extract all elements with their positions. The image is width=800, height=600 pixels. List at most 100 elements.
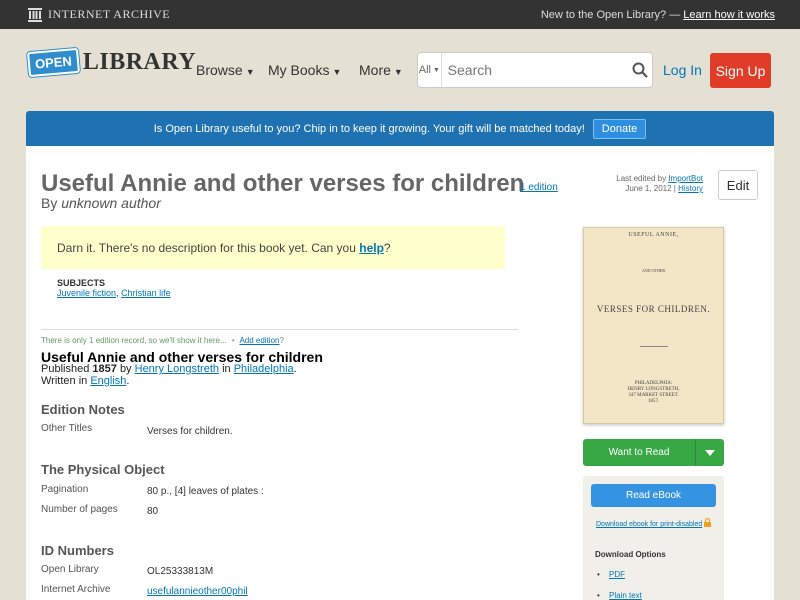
nav-browse[interactable]: Browse ▼ (196, 62, 255, 78)
single-edition-note: There is only 1 edition record, so we'll… (41, 336, 284, 345)
cover-line-verses: VERSES FOR CHILDREN. (596, 304, 711, 314)
id-numbers-heading: ID Numbers (41, 543, 114, 558)
want-to-read-button[interactable]: Want to Read (583, 439, 724, 466)
search-icon (632, 62, 649, 78)
nav-my-books[interactable]: My Books ▼ (268, 62, 341, 78)
help-link[interactable]: help (359, 241, 384, 255)
logo-library: LIBRARY (82, 49, 197, 75)
download-pdf-link[interactable]: PDF (609, 570, 625, 579)
subject-link[interactable]: Juvenile fiction (57, 288, 116, 298)
language-link[interactable]: English (90, 375, 126, 387)
publish-info: Published 1857 by Henry Longstreth in Ph… (41, 363, 297, 387)
page-count-value: 80 (147, 506, 159, 517)
ia-logo[interactable]: Internet Archive (28, 7, 170, 22)
byline: By unknown author (41, 195, 161, 211)
internet-archive-id-link[interactable]: usefulannieother00phil (147, 586, 248, 597)
reading-list-dropdown[interactable] (696, 439, 724, 466)
donate-banner: Is Open Library useful to you? Chip in t… (26, 111, 774, 146)
nav-more[interactable]: More ▼ (359, 62, 403, 78)
subjects-list: Juvenile fiction, Christian life (57, 288, 171, 298)
place-link[interactable]: Philadelphia (234, 363, 294, 375)
download-plain-text-link[interactable]: Plain text (609, 591, 642, 600)
divider (41, 329, 518, 330)
donate-button[interactable]: Donate (592, 118, 647, 139)
new-user-prompt: New to the Open Library? — Learn how it … (541, 9, 775, 21)
learn-how-link[interactable]: Learn how it works (683, 9, 775, 21)
logo-open: OPEN (27, 47, 80, 78)
chevron-down-icon: ▼ (393, 67, 403, 77)
in-label: in (222, 363, 231, 375)
publisher-link[interactable]: Henry Longstreth (135, 363, 219, 375)
caret-down-icon (705, 449, 715, 456)
description-text: Darn it. There's no description for this… (57, 241, 356, 255)
book-panel: Useful Annie and other verses for childr… (26, 146, 774, 600)
last-edited-info: Last edited by ImportBot June 1, 2012 | … (616, 174, 703, 193)
cover-line-title: USEFUL ANNIE, (628, 232, 679, 238)
internet-archive-bar: Internet Archive New to the Open Library… (0, 0, 800, 29)
history-link[interactable]: History (678, 184, 703, 193)
subject-link[interactable]: Christian life (121, 288, 171, 298)
subjects-heading: SUBJECTS (57, 278, 106, 288)
by-label: by (119, 363, 132, 375)
edition-notes-heading: Edition Notes (41, 402, 125, 417)
separator-dot: • (231, 336, 235, 345)
bullet-icon: • (597, 570, 600, 579)
new-user-text: New to the Open Library? — (540, 8, 681, 21)
bullet-icon: • (597, 591, 600, 600)
ia-name: Internet Archive (48, 7, 171, 21)
physical-object-heading: The Physical Object (41, 462, 165, 477)
chevron-down-icon: ▼ (245, 67, 255, 77)
cover-line-and-other: AND OTHER (642, 268, 665, 273)
read-download-box: Read eBook Download ebook for print-disa… (583, 476, 724, 600)
other-titles-value: Verses for children. (147, 426, 233, 437)
signup-button[interactable]: Sign Up (710, 53, 771, 88)
cover-rule (640, 346, 668, 347)
open-library-logo[interactable]: OPEN LIBRARY (27, 47, 197, 78)
open-library-id-value: OL25333813M (147, 566, 214, 577)
published-label: Published (41, 363, 90, 375)
login-link[interactable]: Log In (663, 62, 702, 78)
other-titles-label: Other Titles (41, 423, 93, 434)
download-print-disabled-link[interactable]: Download ebook for print-disabled (596, 521, 702, 528)
add-edition-qmark: ? (279, 336, 284, 345)
donate-text: Is Open Library useful to you? Chip in t… (153, 122, 585, 135)
pagination-value: 80 p., [4] leaves of plates : (147, 486, 264, 497)
download-options-heading: Download Options (595, 550, 666, 559)
print-disabled-download: Download ebook for print-disabled (596, 517, 712, 528)
book-cover[interactable]: USEFUL ANNIE, AND OTHER VERSES FOR CHILD… (583, 227, 724, 424)
archive-building-icon (28, 7, 42, 22)
site-header: OPEN LIBRARY Browse ▼ My Books ▼ More ▼ All… (0, 29, 800, 111)
nav-browse-label: Browse (196, 62, 243, 78)
cover-imprint: PHILADELPHIA: HENRY LONGSTRETH, 347 MARK… (584, 381, 723, 405)
nav-more-label: More (359, 62, 391, 78)
edition-count-link[interactable]: 1 edition (520, 182, 558, 193)
publish-year: 1857 (92, 363, 117, 375)
lock-icon (704, 517, 712, 527)
description-suffix: ? (383, 241, 391, 255)
search-input[interactable] (441, 62, 629, 78)
author-name: unknown author (61, 195, 161, 211)
search-scope-select[interactable]: All ▼ (418, 53, 442, 87)
search-button[interactable] (629, 62, 652, 78)
add-edition-link[interactable]: Add edition (239, 336, 279, 345)
edit-date: June 1, 2012 (625, 184, 672, 193)
search-bar: All ▼ (417, 52, 653, 88)
internet-archive-id-label: Internet Archive (41, 584, 111, 595)
page-count-label: Number of pages (41, 504, 118, 515)
pagination-label: Pagination (41, 484, 89, 495)
want-to-read-label: Want to Read (583, 439, 696, 466)
open-library-id-label: Open Library (41, 564, 99, 575)
written-in-label: Written in (41, 375, 88, 387)
editor-link[interactable]: ImportBot (668, 174, 703, 183)
read-ebook-button[interactable]: Read eBook (591, 484, 716, 507)
nav-my-books-label: My Books (268, 62, 330, 78)
description-box: Darn it. There's no description for this… (41, 226, 505, 269)
last-edited-label: Last edited by (616, 174, 667, 183)
chevron-down-icon: ▼ (432, 66, 440, 74)
edit-button[interactable]: Edit (718, 170, 758, 200)
work-title: Useful Annie and other verses for childr… (41, 170, 525, 197)
by-label: By (41, 195, 58, 211)
chevron-down-icon: ▼ (332, 67, 342, 77)
only-note-text: There is only 1 edition record, so we'll… (41, 336, 227, 345)
search-scope-label: All (418, 64, 431, 76)
